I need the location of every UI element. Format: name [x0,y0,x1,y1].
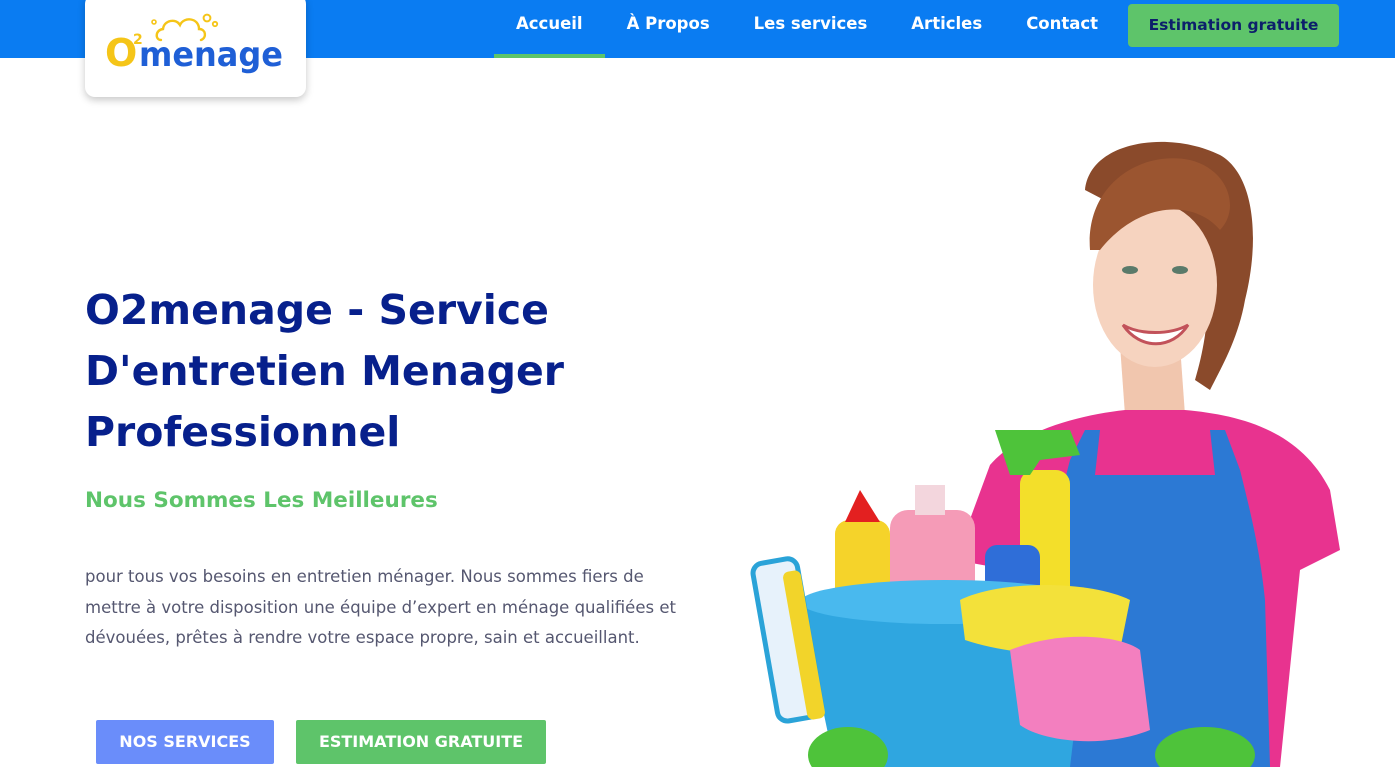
nos-services-button[interactable]: NOS SERVICES [96,720,274,764]
hero-description: pour tous vos besoins en entretien ménag… [85,562,745,654]
main-nav: Accueil À Propos Les services Articles C… [494,0,1120,58]
logo-link[interactable]: O 2 menage [85,0,306,97]
page: Accueil À Propos Les services Articles C… [0,0,1395,767]
nav-item-a-propos[interactable]: À Propos [605,0,732,58]
nav-item-contact[interactable]: Contact [1004,0,1120,58]
hero-description-line-1: pour tous vos besoins en entretien ménag… [85,567,644,586]
nav-item-accueil[interactable]: Accueil [494,0,605,58]
hero-description-line-3: dévouées, prêtes à rendre votre espace p… [85,628,640,647]
hero-subtitle: Nous Sommes Les Meilleures [85,488,438,513]
hero-title: O2menage - Service D'entretien Menager P… [85,280,705,463]
hero-title-line-2: D'entretien Menager [85,347,564,395]
cleaning-woman-illustration [750,141,1340,767]
hero-title-line-1: O2menage - Service [85,286,549,334]
hero-description-line-2: mettre à votre disposition une équipe d’… [85,597,676,617]
logo-wordmark: menage [139,35,283,75]
hero-title-line-3: Professionnel [85,408,401,456]
nav-item-articles[interactable]: Articles [889,0,1004,58]
estimation-gratuite-button[interactable]: ESTIMATION GRATUITE [296,720,546,764]
nav-item-les-services[interactable]: Les services [732,0,890,58]
estimate-cta-button[interactable]: Estimation gratuite [1128,4,1339,47]
cloud-bubbles-logo-icon: O 2 menage [105,13,283,75]
